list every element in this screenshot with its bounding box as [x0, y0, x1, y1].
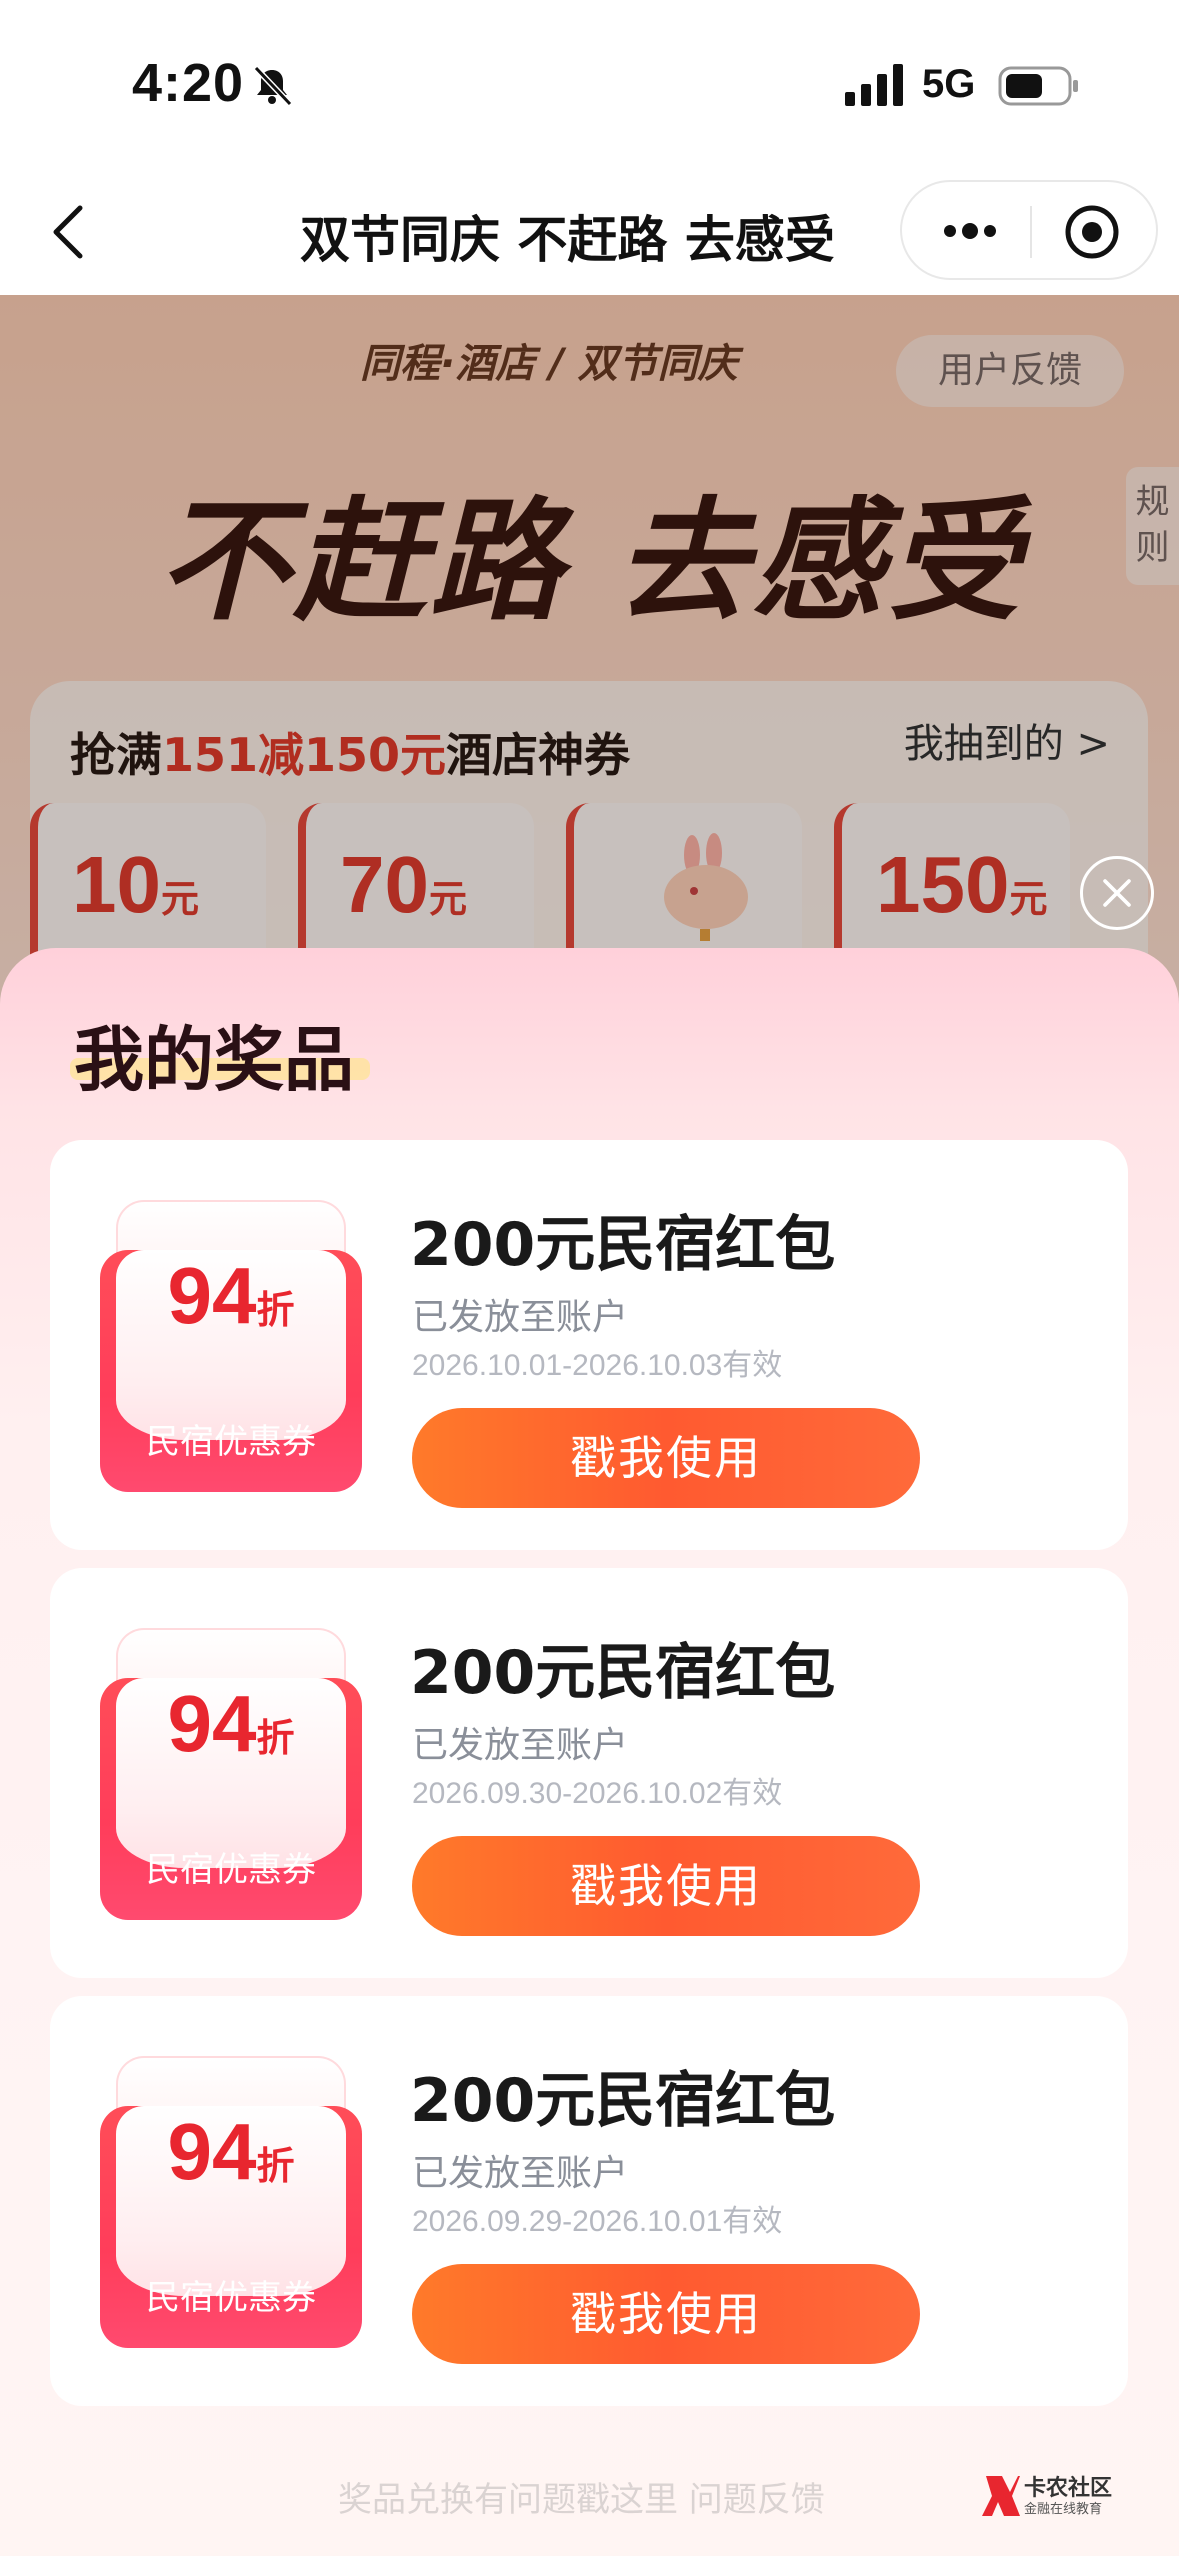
prize-validity: 2026.09.29-2026.10.01有效: [412, 2205, 783, 2238]
prize-help-link[interactable]: 奖品兑换有问题戳这里 问题反馈: [262, 2472, 825, 2521]
prize-name: 200元民宿红包: [410, 1638, 836, 1708]
discount-value: 94折: [167, 1251, 295, 1340]
coupon-ticket: 94折 民宿优惠券: [100, 2056, 362, 2348]
coupon-ticket: 94折 民宿优惠券: [100, 1200, 362, 1492]
signal-icon: [845, 64, 903, 106]
status-time: 4:20: [132, 53, 245, 113]
coupon-type-label: 民宿优惠券: [146, 1850, 316, 1890]
discount-value: 94折: [167, 2107, 295, 2196]
discount-value: 94折: [167, 1679, 295, 1768]
prize-name: 200元民宿红包: [410, 1210, 836, 1280]
coupon-type-label: 民宿优惠券: [146, 1422, 316, 1462]
nav-bar: 双节同庆 不赶路 去感受: [0, 170, 1179, 295]
close-miniprogram-icon[interactable]: [1064, 204, 1120, 260]
more-dots-icon[interactable]: [940, 216, 1000, 246]
my-prizes-sheet: 我的奖品 94折 民宿优惠券 200元民宿红包 已发放至账户 2026.10.0…: [0, 948, 1179, 2556]
prize-name: 200元民宿红包: [410, 2066, 836, 2136]
prize-card: 94折 民宿优惠券 200元民宿红包 已发放至账户 2026.10.01-202…: [50, 1140, 1128, 1550]
use-coupon-button[interactable]: 戳我使用: [412, 2264, 920, 2364]
capsule-divider: [1030, 206, 1032, 258]
use-coupon-button[interactable]: 戳我使用: [412, 1408, 920, 1508]
coupon-ticket: 94折 民宿优惠券: [100, 1628, 362, 1920]
back-arrow-icon[interactable]: [46, 200, 90, 264]
use-coupon-button[interactable]: 戳我使用: [412, 1836, 920, 1936]
battery-icon: [998, 66, 1078, 106]
close-icon[interactable]: [1080, 856, 1154, 930]
prize-validity: 2026.09.30-2026.10.02有效: [412, 1777, 783, 1810]
prize-card: 94折 民宿优惠券 200元民宿红包 已发放至账户 2026.09.30-202…: [50, 1568, 1128, 1978]
prize-validity: 2026.10.01-2026.10.03有效: [412, 1349, 783, 1382]
prize-card: 94折 民宿优惠券 200元民宿红包 已发放至账户 2026.09.29-202…: [50, 1996, 1128, 2406]
miniprogram-capsule: [900, 180, 1158, 280]
prize-status: 已发放至账户: [412, 1725, 629, 1766]
prize-status: 已发放至账户: [412, 2153, 629, 2194]
status-bar: 4:20 5G: [0, 0, 1179, 170]
network-label: 5G: [922, 62, 976, 106]
prize-status: 已发放至账户: [412, 1297, 629, 1338]
coupon-type-label: 民宿优惠券: [146, 2278, 316, 2318]
sheet-title: 我的奖品: [74, 1019, 354, 1101]
watermark-subtitle: 金融在线教育: [1024, 2502, 1103, 2517]
bell-muted-icon: [253, 65, 293, 107]
page-title: 双节同庆 不赶路 去感受: [300, 211, 835, 269]
